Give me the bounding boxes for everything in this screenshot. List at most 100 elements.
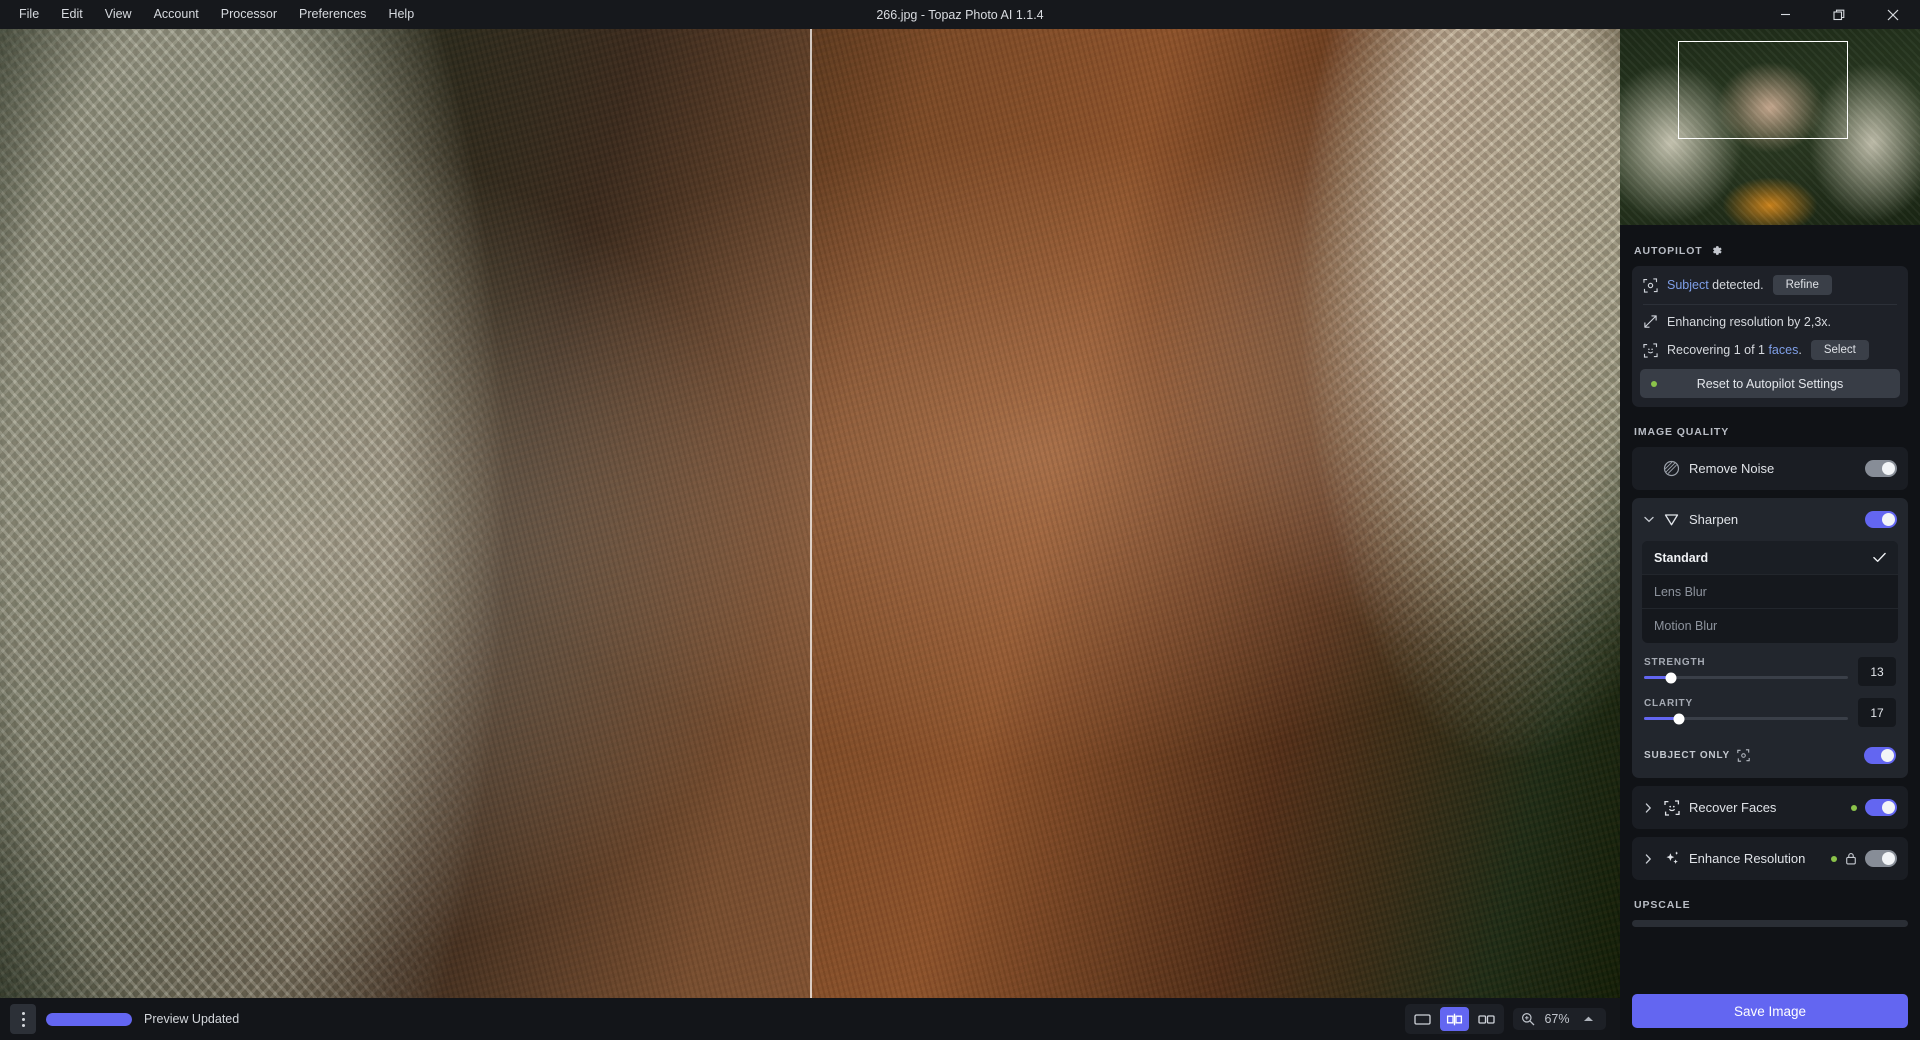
sharpen-toggle[interactable] <box>1865 511 1897 528</box>
enhance-resolution-status-dot <box>1831 855 1837 862</box>
caret-up-icon[interactable] <box>1579 1015 1598 1023</box>
menu-bar: File Edit View Account Processor Prefere… <box>0 2 425 27</box>
check-icon <box>1873 552 1886 563</box>
recover-faces-toggle[interactable] <box>1865 799 1897 816</box>
enhance-resolution-header[interactable]: Enhance Resolution <box>1632 837 1908 880</box>
close-button[interactable] <box>1866 0 1920 29</box>
sharpen-label: Sharpen <box>1689 512 1739 527</box>
subject-only-row: SUBJECT ONLY <box>1632 741 1908 778</box>
navigator-viewport[interactable] <box>1678 41 1848 139</box>
noise-circle-icon <box>1662 460 1681 477</box>
menu-help[interactable]: Help <box>377 2 425 27</box>
clarity-label: CLARITY <box>1644 698 1693 709</box>
clarity-knob[interactable] <box>1673 713 1685 724</box>
subject-detected-text: Subject detected. <box>1667 278 1764 292</box>
app-window: File Edit View Account Processor Prefere… <box>0 0 1920 1040</box>
remove-noise-header[interactable]: Remove Noise <box>1632 447 1908 490</box>
upscale-placeholder-bar <box>1632 920 1908 927</box>
remove-noise-toggle[interactable] <box>1865 460 1897 477</box>
sharpen-triangle-icon <box>1662 512 1681 527</box>
autopilot-card: Subject detected. Refine Enhancing resol… <box>1632 266 1908 407</box>
module-remove-noise[interactable]: Remove Noise <box>1632 447 1908 490</box>
module-recover-faces[interactable]: Recover Faces <box>1632 786 1908 829</box>
photo-fabric-left <box>0 29 503 1040</box>
clarity-slider-row: CLARITY 17 <box>1644 698 1896 727</box>
expand-arrows-icon <box>1643 314 1658 329</box>
remove-noise-label: Remove Noise <box>1689 461 1775 476</box>
enhancing-resolution-row: Enhancing resolution by 2,3x. <box>1632 305 1908 338</box>
status-text: Preview Updated <box>144 1012 240 1026</box>
title-bar: File Edit View Account Processor Prefere… <box>0 0 1920 29</box>
navigator-thumbnail[interactable] <box>1620 29 1920 225</box>
image-quality-heading: IMAGE QUALITY <box>1634 426 1730 438</box>
strength-label: STRENGTH <box>1644 657 1706 668</box>
menu-account[interactable]: Account <box>143 2 210 27</box>
minimize-button[interactable] <box>1758 0 1812 29</box>
clarity-slider[interactable]: CLARITY <box>1644 698 1848 724</box>
save-image-button[interactable]: Save Image <box>1632 994 1908 1028</box>
strength-slider-row: STRENGTH 13 <box>1644 657 1896 686</box>
chevron-down-icon[interactable] <box>1643 516 1654 523</box>
kebab-menu-icon[interactable] <box>10 1004 36 1034</box>
recovering-faces-row: Recovering 1 of 1 faces. Select <box>1632 338 1908 369</box>
panel-footer: Save Image <box>1620 984 1920 1040</box>
strength-knob[interactable] <box>1665 672 1677 683</box>
menu-preferences[interactable]: Preferences <box>288 2 377 27</box>
subject-link[interactable]: Subject <box>1667 278 1709 292</box>
gear-icon[interactable] <box>1710 244 1723 257</box>
side-by-side-icon[interactable] <box>1472 1007 1501 1031</box>
magnifier-icon[interactable] <box>1521 1012 1535 1026</box>
recover-faces-header[interactable]: Recover Faces <box>1632 786 1908 829</box>
subject-frame-icon <box>1737 749 1750 762</box>
sharpen-header[interactable]: Sharpen <box>1632 498 1908 541</box>
autopilot-header: AUTOPILOT <box>1634 244 1908 257</box>
split-view-divider[interactable] <box>810 29 812 1040</box>
enhance-resolution-toggle[interactable] <box>1865 850 1897 867</box>
subject-frame-icon <box>1643 277 1658 293</box>
module-enhance-resolution[interactable]: Enhance Resolution <box>1632 837 1908 880</box>
lock-icon[interactable] <box>1845 852 1857 865</box>
refine-button[interactable]: Refine <box>1772 275 1832 295</box>
settings-scroll-area[interactable]: AUTOPILOT Subject detected. Refine Enhan… <box>1620 225 1920 984</box>
chevron-right-icon[interactable] <box>1643 853 1654 864</box>
sharpen-model-motion-blur[interactable]: Motion Blur <box>1642 609 1898 643</box>
strength-value[interactable]: 13 <box>1858 657 1896 686</box>
select-faces-button[interactable]: Select <box>1810 340 1869 360</box>
reset-to-autopilot-button[interactable]: Reset to Autopilot Settings <box>1640 369 1900 398</box>
subject-only-toggle[interactable] <box>1864 747 1896 764</box>
clarity-track[interactable] <box>1644 713 1848 724</box>
menu-file[interactable]: File <box>8 2 50 27</box>
face-frame-icon <box>1643 342 1658 358</box>
window-controls <box>1758 0 1920 29</box>
strength-slider[interactable]: STRENGTH <box>1644 657 1848 683</box>
sharpen-model-standard-label: Standard <box>1654 550 1709 565</box>
zoom-control: 67% <box>1513 1008 1606 1030</box>
image-canvas[interactable]: Preview Updated 67% <box>0 29 1620 1040</box>
chevron-right-icon[interactable] <box>1643 802 1654 813</box>
maximize-button[interactable] <box>1812 0 1866 29</box>
recover-faces-label: Recover Faces <box>1689 800 1777 815</box>
right-panel: AUTOPILOT Subject detected. Refine Enhan… <box>1620 29 1920 1040</box>
faces-prefix: Recovering 1 of 1 <box>1667 343 1769 357</box>
faces-link[interactable]: faces <box>1768 343 1798 357</box>
menu-edit[interactable]: Edit <box>50 2 94 27</box>
sharpen-model-lens-blur-label: Lens Blur <box>1654 584 1707 599</box>
menu-view[interactable]: View <box>94 2 143 27</box>
face-smile-frame-icon <box>1662 799 1681 816</box>
sharpen-model-lens-blur[interactable]: Lens Blur <box>1642 575 1898 609</box>
module-sharpen[interactable]: Sharpen Standard Lens Blur Motion Blur S… <box>1632 498 1908 778</box>
upscale-heading: UPSCALE <box>1634 899 1691 911</box>
sharpen-sliders: STRENGTH 13 CLARITY 17 <box>1632 657 1908 741</box>
recover-faces-status-dot <box>1851 804 1857 811</box>
single-pane-icon[interactable] <box>1408 1007 1437 1031</box>
zoom-level-value[interactable]: 67% <box>1542 1012 1572 1026</box>
clarity-value[interactable]: 17 <box>1858 698 1896 727</box>
strength-track[interactable] <box>1644 672 1848 683</box>
autopilot-heading: AUTOPILOT <box>1634 244 1703 257</box>
view-mode-group <box>1405 1004 1504 1034</box>
sparkles-icon <box>1662 850 1681 867</box>
menu-processor[interactable]: Processor <box>210 2 288 27</box>
split-pane-icon[interactable] <box>1440 1007 1469 1031</box>
progress-bar <box>46 1012 132 1026</box>
sharpen-model-standard[interactable]: Standard <box>1642 541 1898 575</box>
